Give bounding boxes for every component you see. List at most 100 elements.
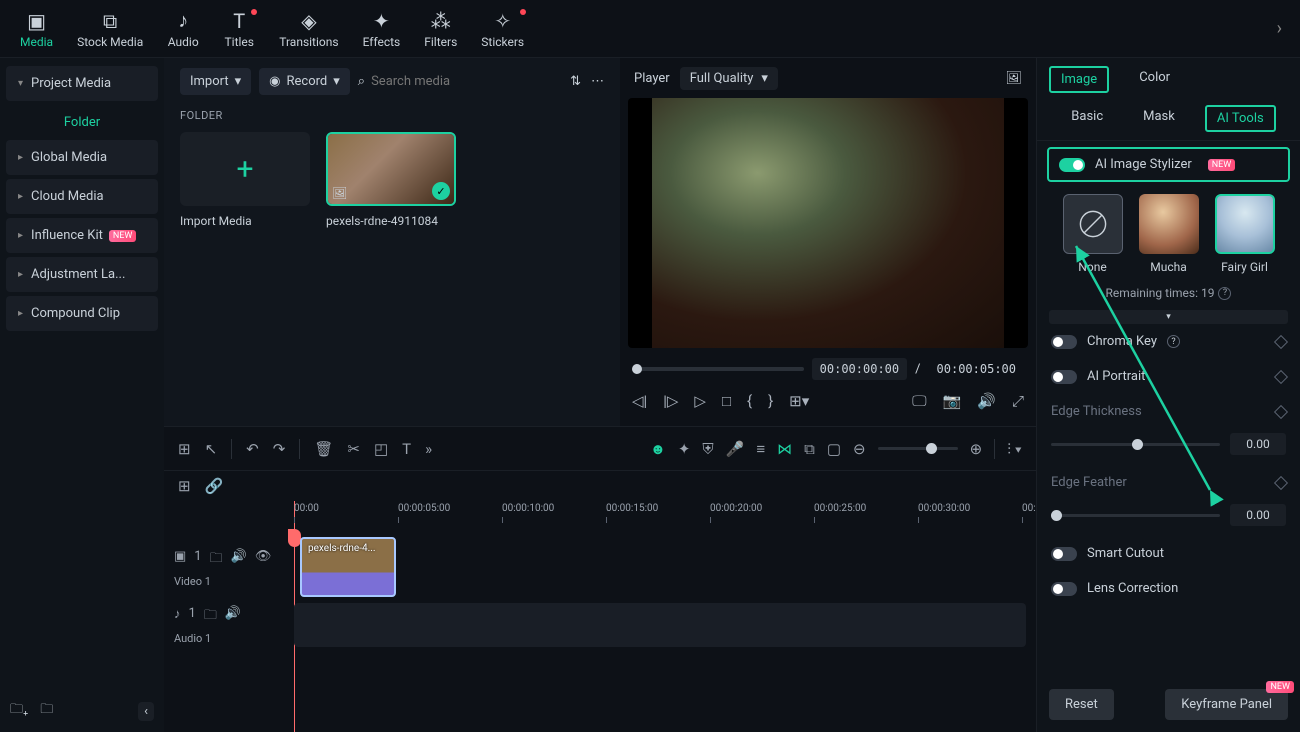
tool-stock-media[interactable]: ⧉ Stock Media <box>65 5 155 53</box>
tool-stickers[interactable]: ✧ Stickers <box>469 5 536 53</box>
collapse-styles[interactable]: ▾ <box>1049 310 1288 324</box>
magnet-icon[interactable]: ⋈ <box>777 440 792 458</box>
zoom-slider[interactable] <box>878 447 958 450</box>
toolbar-more[interactable]: › <box>1267 18 1292 39</box>
lens-toggle[interactable] <box>1051 582 1077 596</box>
marker-icon[interactable]: ▢ <box>827 440 841 458</box>
seek-bar[interactable] <box>632 367 804 371</box>
cut-icon[interactable]: ✂ <box>347 440 360 458</box>
import-dropdown[interactable]: Import▾ <box>180 68 251 95</box>
tab-image[interactable]: Image <box>1049 66 1109 93</box>
tool-filters[interactable]: ⁂ Filters <box>412 5 469 53</box>
filter-icon[interactable]: ⇅ <box>570 74 581 89</box>
keyframe-diamond[interactable] <box>1274 404 1288 418</box>
keyframe-panel-button[interactable]: Keyframe PanelNEW <box>1165 689 1288 720</box>
delete-icon[interactable]: 🗑 <box>314 440 333 458</box>
camera-icon[interactable]: 📷 <box>943 392 962 410</box>
tool-transitions[interactable]: ◈ Transitions <box>267 5 350 53</box>
tool-audio[interactable]: ♪ Audio <box>155 4 211 53</box>
quality-select[interactable]: Full Quality▾ <box>680 67 778 90</box>
layout-icon[interactable]: ⊞▾ <box>789 392 809 410</box>
more-icon[interactable]: ⋯ <box>591 74 604 89</box>
collapse-sidebar[interactable]: ‹ <box>138 702 154 721</box>
player-viewport[interactable] <box>628 98 1028 348</box>
sidebar-folder[interactable]: Folder <box>0 105 164 140</box>
keyframe-diamond[interactable] <box>1274 369 1288 383</box>
tab-color[interactable]: Color <box>1129 66 1180 93</box>
mic-icon[interactable]: 🎤 <box>726 440 745 458</box>
video-track-lane[interactable]: pexels-rdne-4... <box>294 533 1036 603</box>
tool-titles[interactable]: T Titles <box>211 5 267 53</box>
mute-icon[interactable]: 🔊 <box>225 606 241 628</box>
edge-feather-slider[interactable] <box>1051 514 1220 517</box>
audio-track-lane[interactable] <box>294 603 1026 647</box>
mixer-icon[interactable]: ⫶ ▾ <box>1007 440 1022 458</box>
edge-feather-value[interactable]: 0.00 <box>1230 504 1286 526</box>
reset-button[interactable]: Reset <box>1049 689 1114 720</box>
visibility-icon[interactable]: 👁 <box>255 549 272 571</box>
zoom-out-icon[interactable]: ⊖ <box>853 440 866 458</box>
help-icon[interactable]: ? <box>1167 335 1180 348</box>
play-icon[interactable]: ▷ <box>694 392 706 410</box>
keyframe-diamond[interactable] <box>1274 475 1288 489</box>
tab-basic[interactable]: Basic <box>1061 105 1113 132</box>
volume-icon[interactable]: 🔊 <box>977 392 996 410</box>
more-tools-icon[interactable]: » <box>425 440 432 458</box>
overlap-icon[interactable]: ⧉ <box>804 440 815 458</box>
style-fairy-girl[interactable]: Fairy Girl <box>1213 194 1277 274</box>
sidebar-adjustment-layer[interactable]: ▸Adjustment La... <box>6 257 158 292</box>
stylizer-toggle[interactable] <box>1059 158 1085 172</box>
snapshot-icon[interactable]: 🖼 <box>1005 71 1022 86</box>
mark-in-icon[interactable]: { <box>747 392 752 410</box>
shield-icon[interactable]: ⛨ <box>702 440 713 458</box>
timeline-ruler[interactable]: 00:00 00:00:05:00 00:00:10:00 00:00:15:0… <box>294 501 1036 533</box>
timeline-clip[interactable]: pexels-rdne-4... <box>300 537 396 597</box>
undo-icon[interactable]: ↶ <box>246 440 259 458</box>
list-icon[interactable]: ≡ <box>756 440 765 458</box>
search-input[interactable] <box>371 74 511 89</box>
tool-effects[interactable]: ✦ Effects <box>351 5 413 53</box>
sidebar-project-media[interactable]: ▾Project Media <box>6 66 158 101</box>
tab-mask[interactable]: Mask <box>1133 105 1185 132</box>
style-mucha[interactable]: Mucha <box>1137 194 1201 274</box>
track-add-icon[interactable]: ⊞ <box>178 477 191 495</box>
portrait-toggle[interactable] <box>1051 370 1077 384</box>
pointer-icon[interactable]: ↖ <box>205 440 218 458</box>
folder-icon[interactable]: 🗀 <box>210 549 223 571</box>
folder-icon[interactable]: 🗀 <box>204 606 217 628</box>
keyframe-diamond[interactable] <box>1274 334 1288 348</box>
import-media-card[interactable]: + Import Media <box>180 132 310 228</box>
tab-ai-tools[interactable]: AI Tools <box>1205 105 1276 132</box>
fullscreen-icon[interactable]: ⤢ <box>1012 392 1024 410</box>
edge-thickness-slider[interactable] <box>1051 443 1220 446</box>
help-icon[interactable]: ? <box>1218 287 1231 300</box>
mute-icon[interactable]: 🔊 <box>231 549 247 571</box>
text-icon[interactable]: T <box>402 440 411 458</box>
grid-icon[interactable]: ⊞ <box>178 440 191 458</box>
sidebar-cloud-media[interactable]: ▸Cloud Media <box>6 179 158 214</box>
new-folder-icon[interactable]: 🗀₊ <box>10 700 28 722</box>
sidebar-label: Global Media <box>31 150 107 165</box>
sidebar-global-media[interactable]: ▸Global Media <box>6 140 158 175</box>
crop-icon[interactable]: ◰ <box>374 440 388 458</box>
ai-icon[interactable]: ☻ <box>650 440 666 458</box>
record-dropdown[interactable]: ◉Record▾ <box>259 68 350 95</box>
folder-icon[interactable]: 🗀 <box>40 700 53 722</box>
display-icon[interactable]: 🖵 <box>912 392 926 410</box>
tool-media[interactable]: ▣ Media <box>8 5 65 53</box>
zoom-in-icon[interactable]: ⊕ <box>970 440 983 458</box>
mark-out-icon[interactable]: } <box>768 392 773 410</box>
stop-icon[interactable]: □ <box>722 392 731 410</box>
prev-frame-icon[interactable]: ◁| <box>632 392 647 410</box>
media-item[interactable]: 🖼✓ pexels-rdne-4911084 <box>326 132 456 228</box>
style-none[interactable]: None <box>1061 194 1125 274</box>
cutout-toggle[interactable] <box>1051 547 1077 561</box>
link-icon[interactable]: 🔗 <box>205 477 224 495</box>
sparkle-icon[interactable]: ✦ <box>678 440 691 458</box>
redo-icon[interactable]: ↷ <box>273 440 286 458</box>
next-frame-icon[interactable]: |▷ <box>663 392 678 410</box>
sidebar-compound-clip[interactable]: ▸Compound Clip <box>6 296 158 331</box>
edge-thickness-value[interactable]: 0.00 <box>1230 433 1286 455</box>
chroma-toggle[interactable] <box>1051 335 1077 349</box>
sidebar-influence-kit[interactable]: ▸Influence KitNEW <box>6 218 158 253</box>
